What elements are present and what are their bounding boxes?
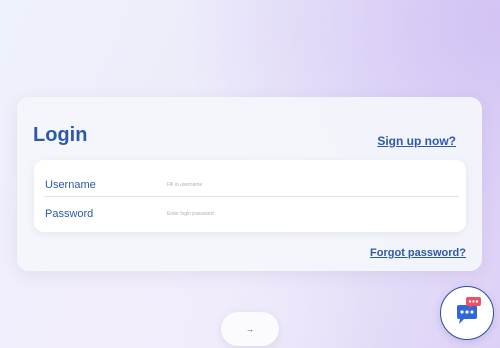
password-row: Password xyxy=(34,200,466,229)
username-label: Username xyxy=(45,179,96,191)
notification-dots-icon xyxy=(466,297,481,309)
page-title: Login xyxy=(33,124,88,146)
arrow-right-icon: → xyxy=(246,324,254,334)
submit-button[interactable]: → xyxy=(221,312,279,346)
login-card: Login Sign up now? Username Password For… xyxy=(17,97,482,271)
password-input[interactable] xyxy=(167,206,447,222)
login-form: Username Password xyxy=(34,160,466,232)
signup-link[interactable]: Sign up now? xyxy=(377,134,456,148)
forgot-password-link[interactable]: Forgot password? xyxy=(370,247,466,259)
username-input[interactable] xyxy=(167,177,447,193)
chat-button[interactable] xyxy=(440,286,494,340)
field-divider xyxy=(44,196,459,197)
password-label: Password xyxy=(45,208,94,220)
